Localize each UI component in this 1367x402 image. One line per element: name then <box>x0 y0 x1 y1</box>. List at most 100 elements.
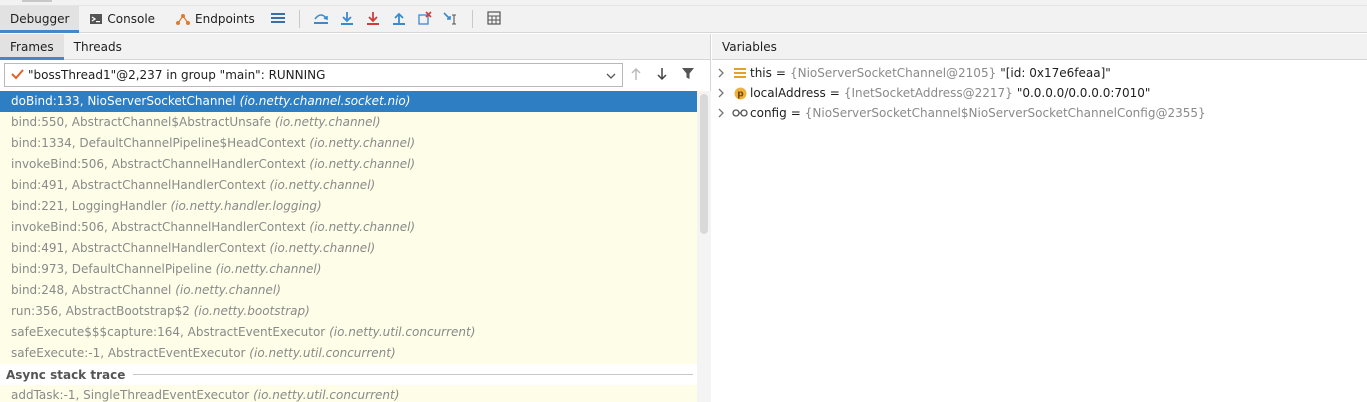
variable-name: localAddress <box>750 86 826 100</box>
frame-row[interactable]: safeExecute$$$capture:164, AbstractEvent… <box>0 322 697 343</box>
tab-threads[interactable]: Threads <box>64 34 132 60</box>
frames-subtabs: Frames Threads <box>0 33 710 60</box>
frame-row[interactable]: run:356, AbstractBootstrap$2 (io.netty.b… <box>0 301 697 322</box>
variable-row[interactable]: p localAddress = {InetSocketAddress@2217… <box>712 83 1367 103</box>
step-into-button[interactable] <box>334 8 360 30</box>
frame-method: safeExecute$$$capture:164, AbstractEvent… <box>11 325 326 339</box>
frame-package: (io.netty.handler.logging) <box>170 199 322 213</box>
frame-package: (io.netty.util.concurrent) <box>253 388 400 402</box>
frame-row[interactable]: bind:248, AbstractChannel (io.netty.chan… <box>0 280 697 301</box>
frame-row[interactable]: safeExecute:-1, AbstractEventExecutor (i… <box>0 343 697 364</box>
variables-title: Variables <box>722 39 777 54</box>
drop-frame-icon <box>418 10 432 28</box>
frame-package: (io.netty.bootstrap) <box>193 304 310 318</box>
tab-debugger-label: Debugger <box>10 12 70 26</box>
frame-row[interactable]: bind:973, DefaultChannelPipeline (io.net… <box>0 259 697 280</box>
debugger-toolbar: Debugger Console Endpoints <box>0 5 1367 33</box>
chevron-right-icon[interactable] <box>714 88 728 98</box>
field-list-icon <box>732 65 748 81</box>
frame-row[interactable]: invokeBind:506, AbstractChannelHandlerCo… <box>0 154 697 175</box>
frame-method: bind:1334, DefaultChannelPipeline$HeadCo… <box>11 136 306 150</box>
tab-console[interactable]: Console <box>79 6 165 33</box>
tab-frames[interactable]: Frames <box>0 33 64 60</box>
frames-scrollbar[interactable] <box>697 91 711 402</box>
frame-package: (io.netty.channel) <box>309 136 416 150</box>
tab-endpoints[interactable]: Endpoints <box>165 6 265 33</box>
variable-type: {NioServerSocketChannel@2105} <box>789 66 997 80</box>
step-out-icon <box>392 11 406 28</box>
chevron-right-icon[interactable] <box>714 108 728 118</box>
tab-frames-label: Frames <box>10 39 54 54</box>
frame-row[interactable]: bind:491, AbstractChannelHandlerContext … <box>0 175 697 196</box>
scrollbar-thumb[interactable] <box>700 94 708 234</box>
variables-pane: Variables this = {NioServerSocketChannel… <box>712 34 1367 402</box>
frame-method: safeExecute:-1, AbstractEventExecutor <box>11 346 246 360</box>
async-stack-trace-header: Async stack trace <box>0 364 697 385</box>
filter-frames-button[interactable] <box>675 63 701 87</box>
async-frame-row[interactable]: addTask:-1, SingleThreadEventExecutor (i… <box>0 385 697 402</box>
step-over-button[interactable] <box>308 8 334 30</box>
svg-text:p: p <box>737 89 744 99</box>
frame-package: (io.netty.channel) <box>274 115 381 129</box>
step-out-button[interactable] <box>386 8 412 30</box>
variable-type: {InetSocketAddress@2217} <box>843 86 1013 100</box>
hamburger-menu-button[interactable] <box>265 8 291 30</box>
evaluate-expression-button[interactable] <box>481 8 507 30</box>
frame-package: (io.netty.channel) <box>309 220 416 234</box>
frame-package: (io.netty.channel.socket.nio) <box>239 94 411 108</box>
equals-sign: = <box>829 86 840 100</box>
watch-glasses-icon <box>732 105 748 121</box>
frame-method: bind:491, AbstractChannelHandlerContext <box>11 241 266 255</box>
next-frame-button[interactable] <box>649 63 675 87</box>
frame-method: bind:491, AbstractChannelHandlerContext <box>11 178 266 192</box>
thread-selector-row: "bossThread1"@2,237 in group "main": RUN… <box>0 60 710 90</box>
frame-method: invokeBind:506, AbstractChannelHandlerCo… <box>11 157 306 171</box>
frame-package: (io.netty.channel) <box>269 241 376 255</box>
frame-row[interactable]: invokeBind:506, AbstractChannelHandlerCo… <box>0 217 697 238</box>
async-stack-trace-label: Async stack trace <box>6 367 126 382</box>
frame-row[interactable]: bind:1334, DefaultChannelPipeline$HeadCo… <box>0 133 697 154</box>
force-step-into-button[interactable] <box>360 8 386 30</box>
top-strip-marker <box>22 0 52 2</box>
toolbar-separator <box>471 10 473 28</box>
frame-package: (io.netty.channel) <box>175 283 281 297</box>
frame-method: addTask:-1, SingleThreadEventExecutor <box>11 388 250 402</box>
evaluate-expression-icon <box>487 10 501 28</box>
frames-pane: Frames Threads "bossThread1"@2,237 in gr… <box>0 33 711 402</box>
arrow-down-icon <box>656 67 668 84</box>
frame-row[interactable]: bind:221, LoggingHandler (io.netty.handl… <box>0 196 697 217</box>
variable-row[interactable]: this = {NioServerSocketChannel@2105} "[i… <box>712 63 1367 83</box>
drop-frame-button[interactable] <box>412 8 438 30</box>
frame-package: (io.netty.util.concurrent) <box>249 346 396 360</box>
variables-tree: this = {NioServerSocketChannel@2105} "[i… <box>712 60 1367 123</box>
force-step-into-icon <box>366 11 380 28</box>
check-icon <box>11 68 24 83</box>
equals-sign: = <box>775 66 786 80</box>
frame-package: (io.netty.channel) <box>269 178 376 192</box>
frame-method: bind:221, LoggingHandler <box>11 199 167 213</box>
tab-debugger[interactable]: Debugger <box>0 5 80 33</box>
endpoints-icon <box>175 12 191 26</box>
chevron-right-icon[interactable] <box>714 68 728 78</box>
frame-row[interactable]: doBind:133, NioServerSocketChannel (io.n… <box>0 91 697 112</box>
frame-method: bind:550, AbstractChannel$AbstractUnsafe <box>11 115 271 129</box>
variable-row[interactable]: config = {NioServerSocketChannel$NioServ… <box>712 103 1367 123</box>
thread-selector-dropdown[interactable]: "bossThread1"@2,237 in group "main": RUN… <box>4 63 623 87</box>
frame-method: run:356, AbstractBootstrap$2 <box>11 304 190 318</box>
variable-type: {NioServerSocketChannel$NioServerSocketC… <box>804 106 1206 120</box>
frame-method: doBind:133, NioServerSocketChannel <box>11 94 236 108</box>
arrow-up-icon <box>630 67 642 84</box>
thread-selector-value: "bossThread1"@2,237 in group "main": RUN… <box>28 68 326 82</box>
tab-endpoints-label: Endpoints <box>195 12 255 26</box>
frame-method: bind:973, DefaultChannelPipeline <box>11 262 212 276</box>
frame-row[interactable]: bind:491, AbstractChannelHandlerContext … <box>0 238 697 259</box>
async-divider <box>133 374 693 375</box>
run-to-cursor-icon <box>443 11 459 28</box>
frame-row[interactable]: bind:550, AbstractChannel$AbstractUnsafe… <box>0 112 697 133</box>
frame-method: bind:248, AbstractChannel <box>11 283 172 297</box>
chevron-down-icon <box>606 68 616 82</box>
run-to-cursor-button[interactable] <box>438 8 464 30</box>
frame-package: (io.netty.util.concurrent) <box>329 325 476 339</box>
previous-frame-button[interactable] <box>623 63 649 87</box>
equals-sign: = <box>790 106 801 120</box>
